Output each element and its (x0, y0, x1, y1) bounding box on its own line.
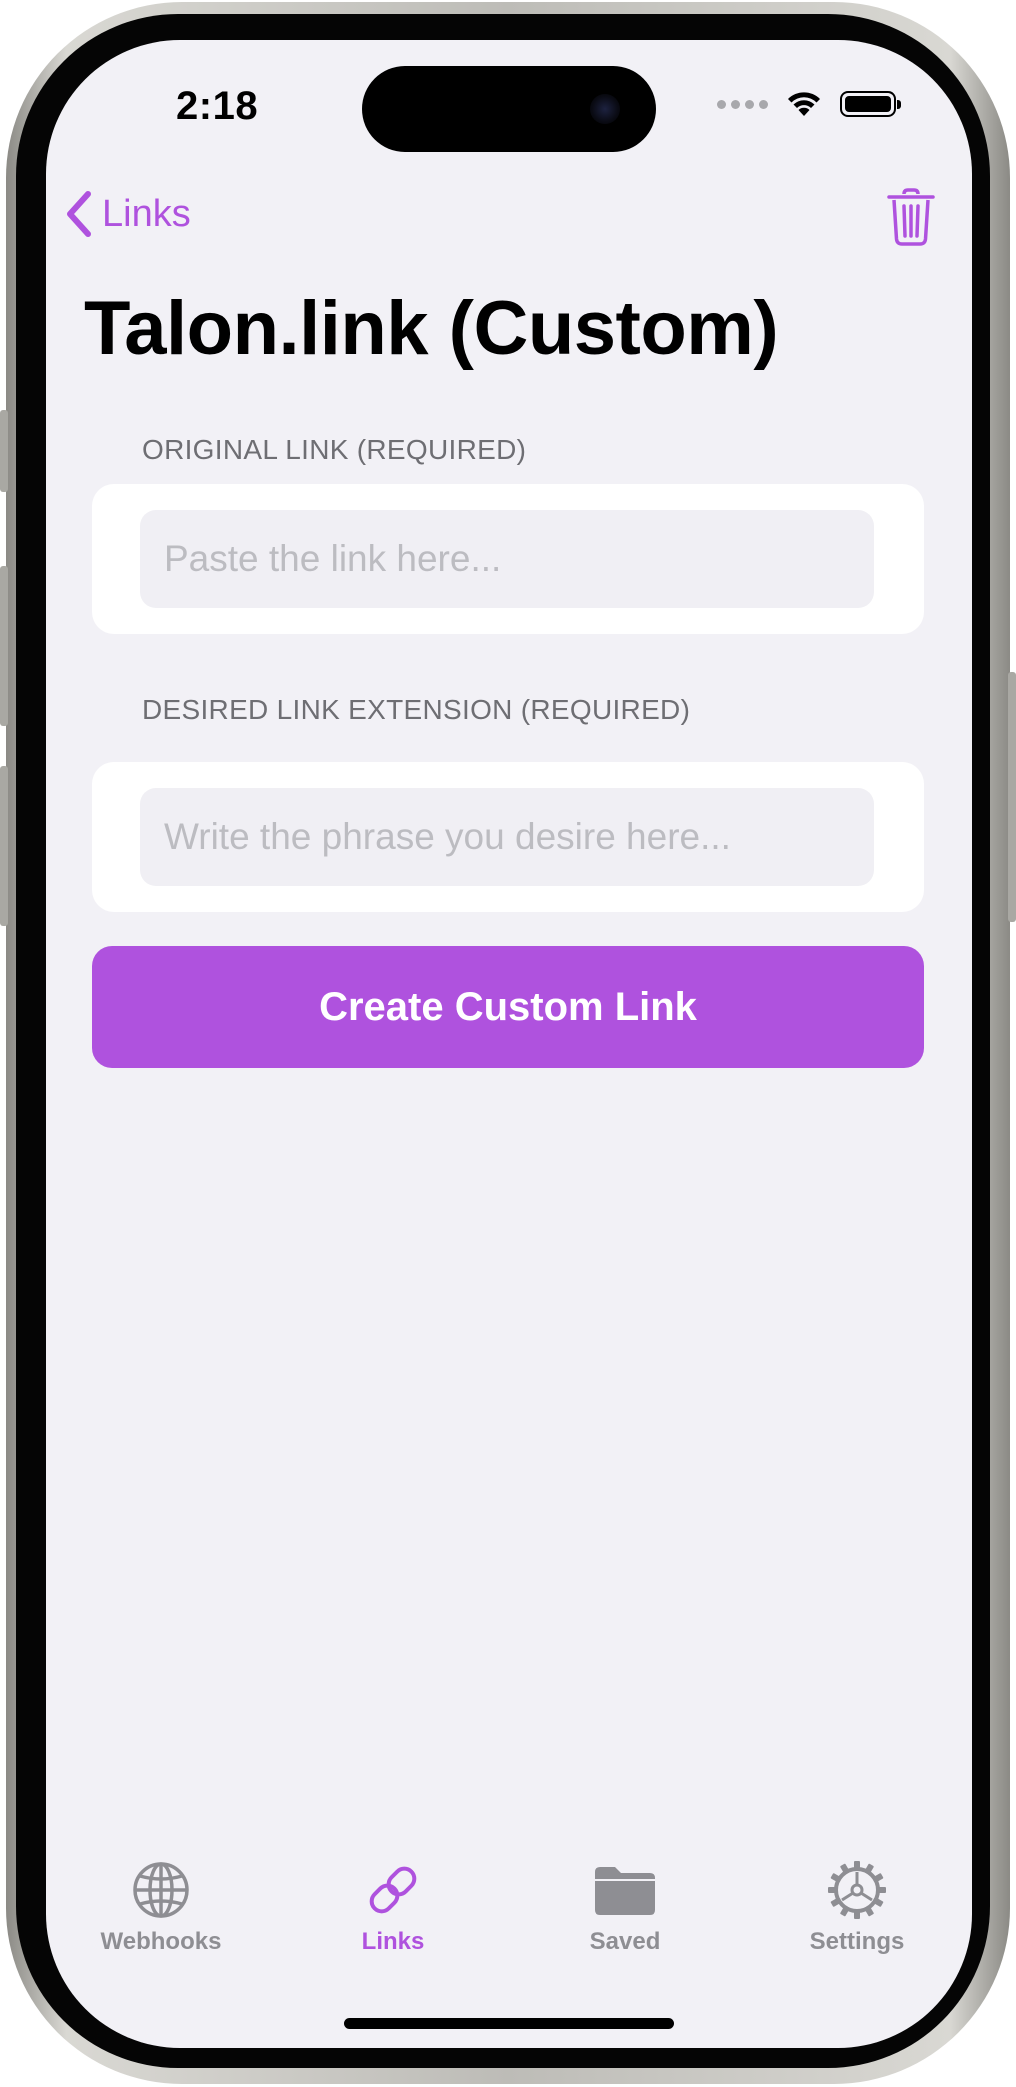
gear-icon (828, 1861, 886, 1919)
status-indicators (717, 90, 901, 118)
tab-settings[interactable]: Settings (767, 1860, 947, 1956)
back-button[interactable]: Links (62, 190, 191, 238)
link-extension-input[interactable] (140, 788, 874, 886)
link-extension-card (92, 762, 924, 912)
tab-bar: Webhooks Links Saved Settings (46, 1860, 972, 1970)
chevron-left-icon (67, 191, 91, 237)
trash-icon (887, 188, 935, 246)
home-indicator[interactable] (344, 2018, 674, 2029)
tab-links-label: Links (361, 1928, 425, 1955)
original-link-card (92, 484, 924, 634)
original-link-label: ORIGINAL LINK (REQUIRED) (142, 434, 527, 465)
folder-icon (595, 1867, 655, 1915)
globe-icon (133, 1862, 189, 1918)
create-custom-link-button[interactable]: Create Custom Link (92, 946, 924, 1068)
back-button-label: Links (102, 192, 191, 235)
wifi-icon (788, 92, 820, 116)
camera-icon (590, 94, 620, 124)
tab-links[interactable]: Links (303, 1860, 483, 1956)
tab-webhooks-label: Webhooks (100, 1928, 222, 1955)
link-icon (369, 1866, 417, 1914)
delete-button[interactable] (886, 188, 936, 251)
battery-icon (840, 91, 901, 117)
volume-up-button (0, 566, 8, 726)
volume-down-button (0, 766, 8, 926)
page-title: Talon.link (Custom) (84, 286, 779, 371)
app-screen: 2:18 Links Talon.link (Custom) ORIGINAL … (46, 40, 972, 2048)
tab-webhooks[interactable]: Webhooks (71, 1860, 251, 1956)
link-extension-label: DESIRED LINK EXTENSION (REQUIRED) (142, 694, 691, 725)
cellular-signal-icon (717, 99, 768, 109)
tab-saved-label: Saved (589, 1928, 661, 1955)
original-link-input[interactable] (140, 510, 874, 608)
action-button (0, 410, 8, 492)
status-time: 2:18 (176, 84, 259, 128)
tab-settings-label: Settings (809, 1928, 905, 1955)
tab-saved[interactable]: Saved (535, 1860, 715, 1956)
dynamic-island (362, 66, 656, 152)
power-button (1008, 672, 1016, 922)
